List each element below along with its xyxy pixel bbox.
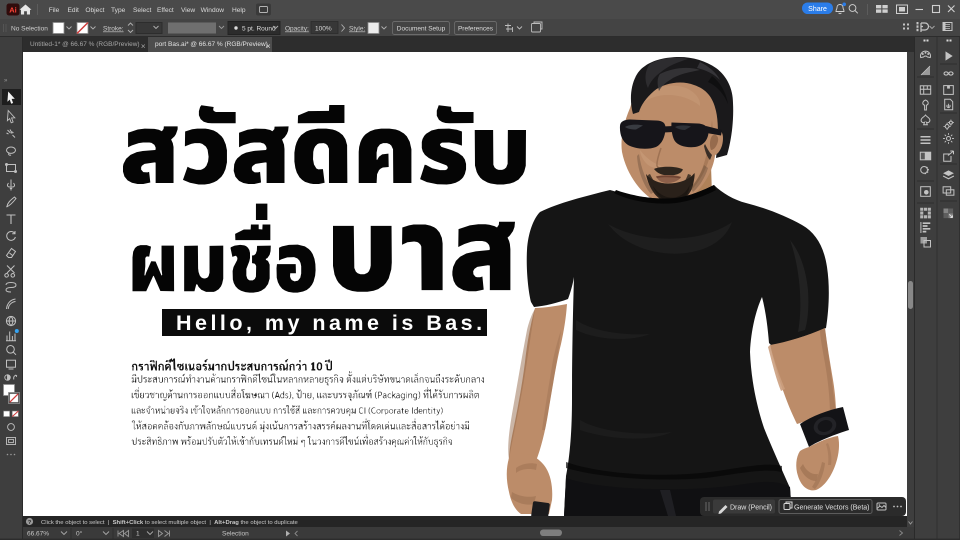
svg-text:File: File (49, 7, 60, 14)
svg-text:Preferences: Preferences (458, 26, 494, 33)
svg-text:Help: Help (232, 7, 246, 14)
svg-text:0°: 0° (76, 530, 83, 538)
svg-text:Object: Object (85, 7, 104, 14)
svg-text:No Selection: No Selection (11, 26, 48, 33)
svg-text:»: » (4, 78, 8, 84)
svg-text:Ai: Ai (9, 6, 17, 15)
svg-text:Window: Window (201, 7, 225, 14)
svg-text:Click the object to select |: Click the object to select | Shift+Click… (41, 520, 299, 526)
svg-text:Opacity:: Opacity: (285, 26, 309, 33)
svg-text:66.67%: 66.67% (27, 531, 49, 538)
svg-text:Effect: Effect (157, 7, 174, 14)
svg-text:Document Setup: Document Setup (397, 26, 446, 33)
svg-text:Stroke:: Stroke: (103, 26, 124, 33)
svg-text:1: 1 (136, 531, 140, 538)
svg-text:5 pt. Round: 5 pt. Round (242, 26, 276, 33)
svg-text:100%: 100% (315, 26, 332, 33)
svg-text:✕: ✕ (141, 43, 146, 50)
svg-text:Edit: Edit (68, 7, 80, 14)
svg-text:Select: Select (133, 7, 151, 14)
svg-text:Type: Type (111, 7, 126, 14)
svg-text:Selection: Selection (222, 531, 249, 538)
svg-text:Style:: Style: (349, 26, 365, 33)
svg-text:Share: Share (808, 6, 827, 13)
svg-text:✕: ✕ (266, 43, 271, 50)
svg-text:View: View (181, 7, 195, 14)
